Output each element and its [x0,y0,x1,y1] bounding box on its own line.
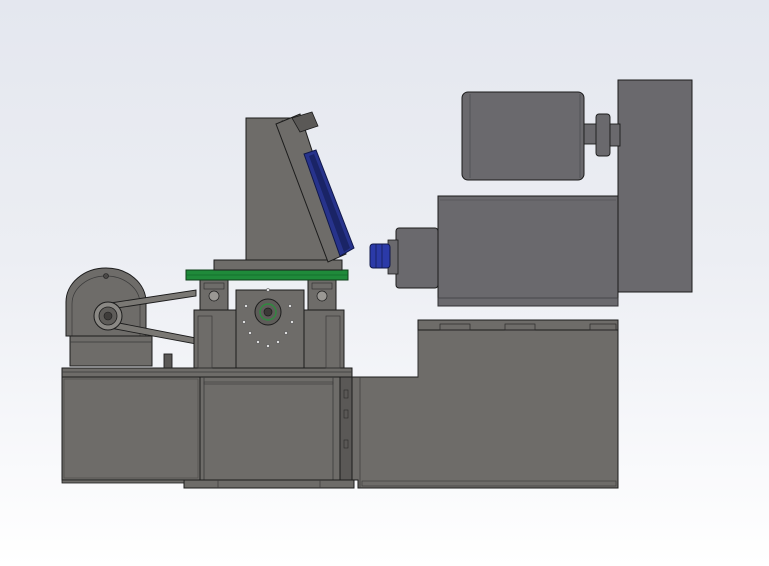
belt-drive-unit [65,267,197,369]
blue-spindle-coupling-icon [369,243,391,269]
right-cabinet-top-rail [417,319,619,331]
spindle-column-panel [617,79,693,293]
base-top-rail [61,367,353,378]
tilt-base-block [213,259,343,271]
cad-viewport[interactable] [0,0,769,566]
spindle-unit [369,79,693,307]
small-bracket [163,353,173,369]
base-right-cabinet [351,329,619,489]
base-left-cabinet [61,376,201,481]
top-motor-body [461,91,585,181]
spindle-nose [395,227,439,289]
central-table-assembly [185,111,355,369]
base-middle-cabinet [199,376,341,481]
machine-assembly-drawing [61,79,693,489]
base-slotted-strip [339,376,353,481]
spindle-housing [437,195,619,307]
drive-housing-bolt-icon [103,273,109,279]
drive-motor-base [69,335,153,367]
top-motor-coupling [595,113,611,157]
base-bottom-foot [183,479,355,489]
